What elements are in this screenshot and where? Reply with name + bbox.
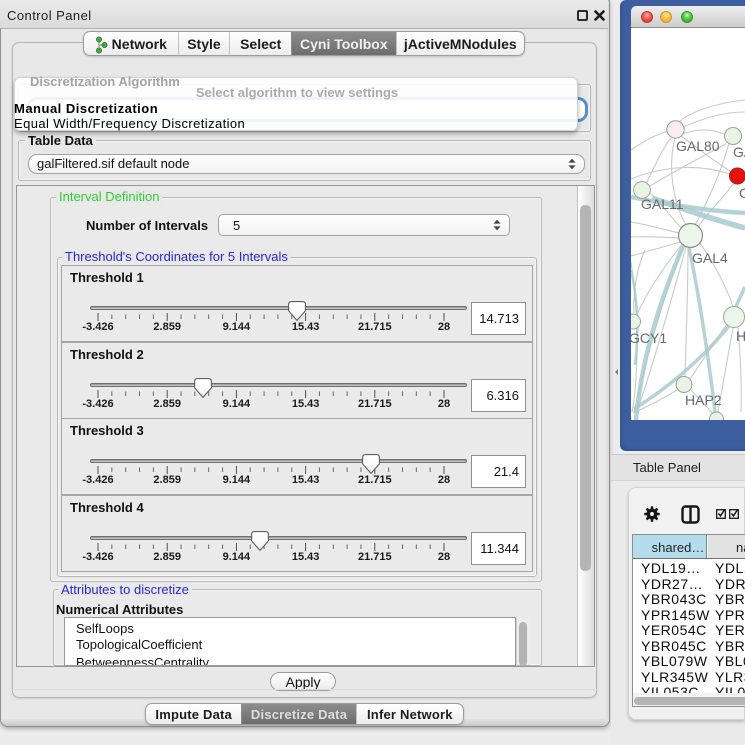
svg-text:GAL11: GAL11: [641, 196, 684, 212]
svg-text:HAP2: HAP2: [685, 392, 722, 408]
svg-text:GAL4: GAL4: [692, 250, 728, 266]
svg-text:CY: CY: [739, 185, 745, 201]
svg-text:HI: HI: [736, 328, 745, 344]
svg-text:GAL80: GAL80: [676, 138, 720, 154]
svg-text:GCY1: GCY1: [631, 330, 667, 346]
svg-text:GA: GA: [733, 144, 745, 160]
